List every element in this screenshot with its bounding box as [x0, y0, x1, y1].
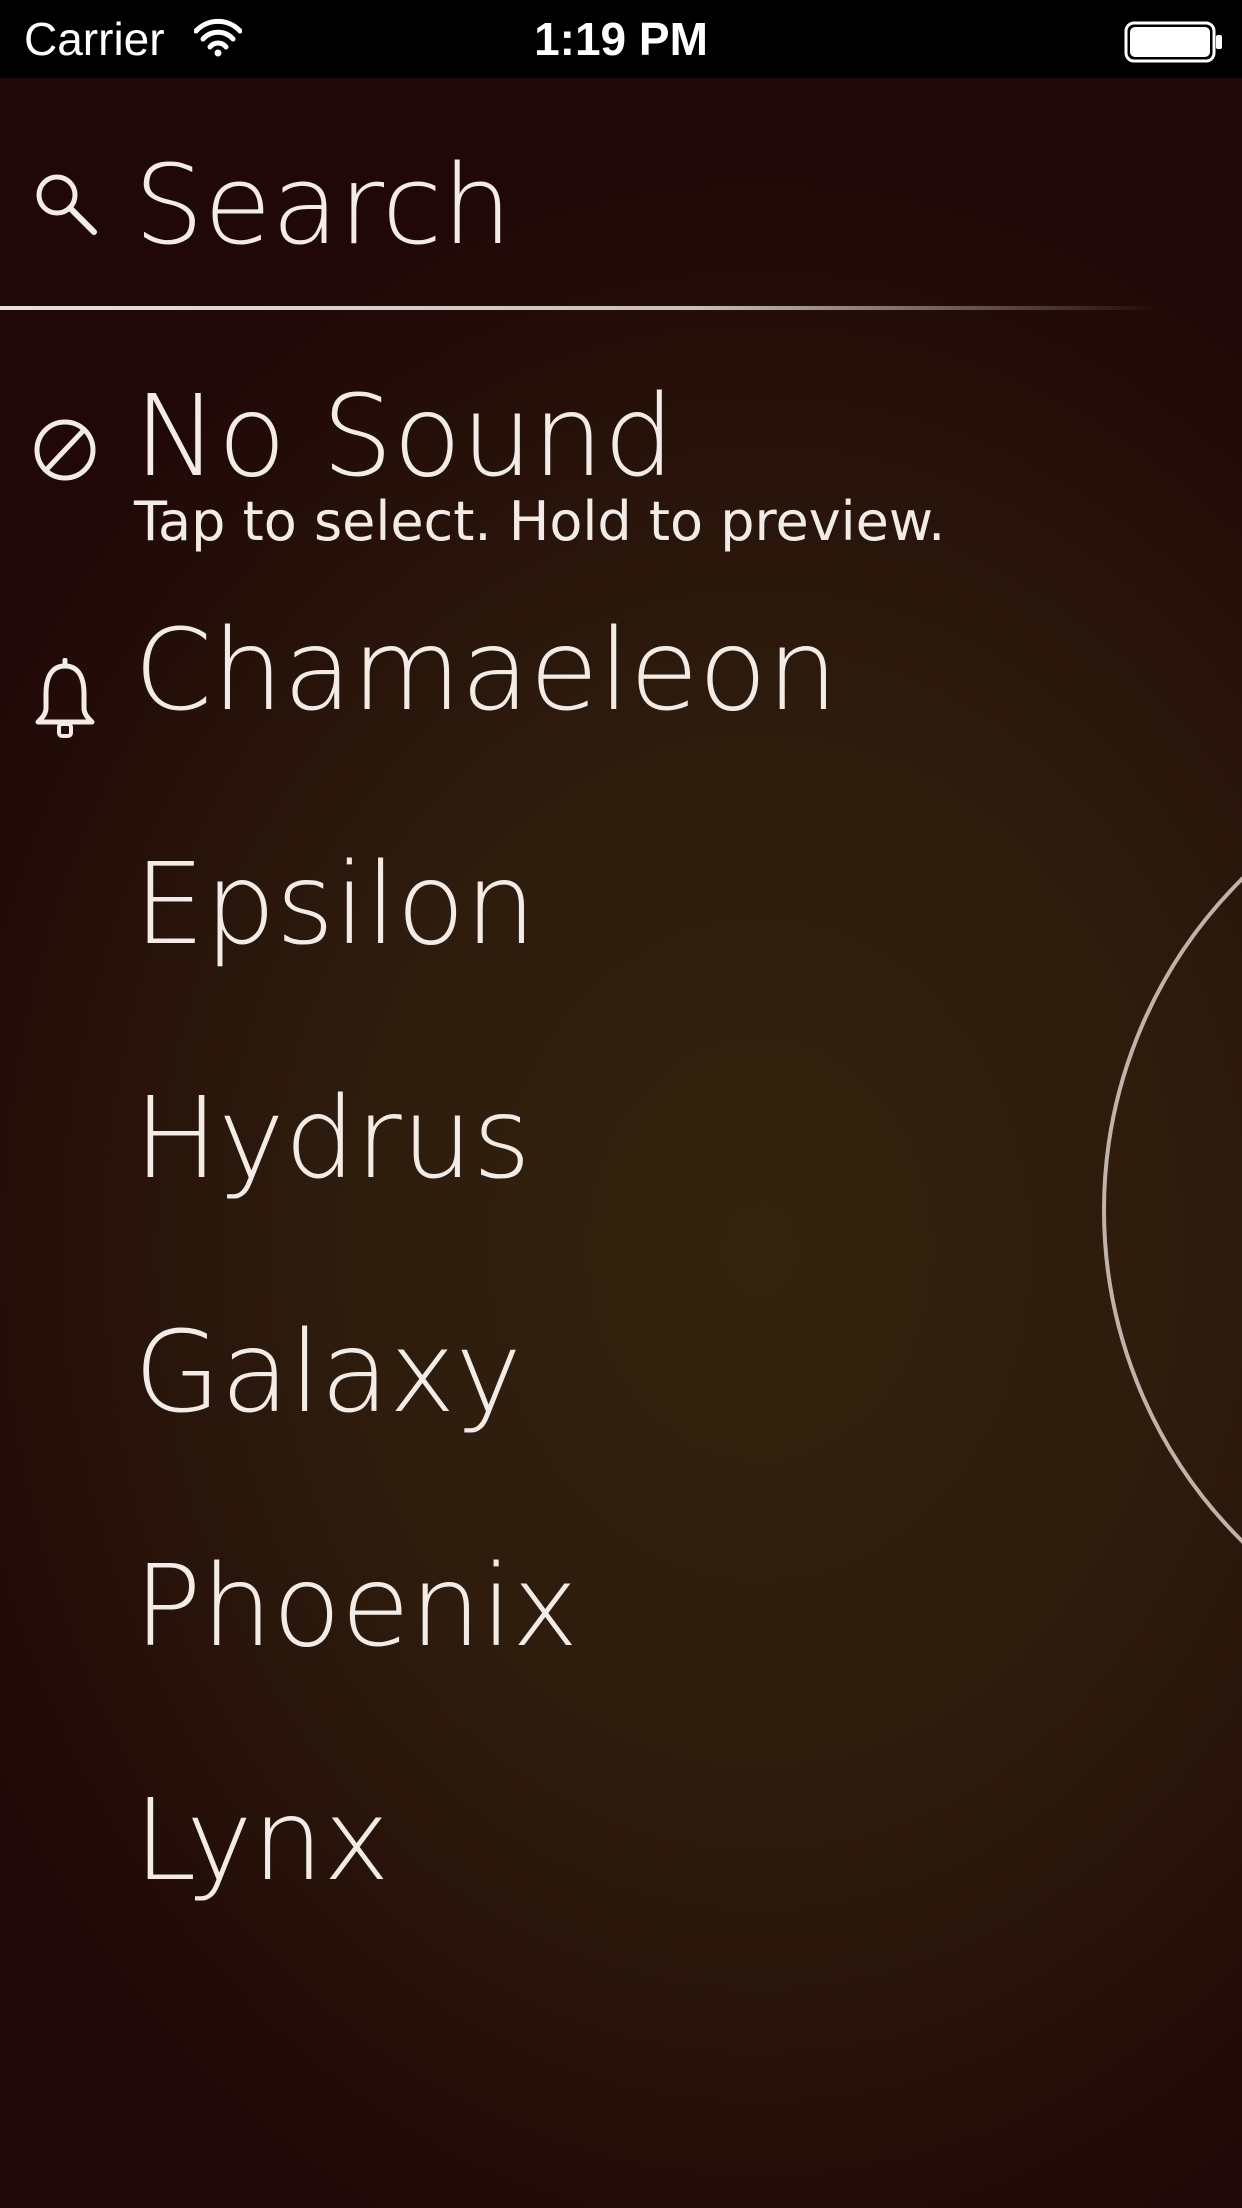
no-sound-icon [34, 419, 96, 481]
sound-item-phoenix[interactable]: Phoenix [0, 1542, 1000, 1742]
sound-item-no-sound[interactable]: No Sound Tap to select. Hold to preview. [0, 372, 1000, 572]
scroll-dial[interactable] [1050, 770, 1242, 1650]
search-icon [36, 174, 97, 235]
sound-item-chamaeleon[interactable]: Chamaeleon [0, 606, 1000, 806]
search-divider [0, 306, 1160, 310]
sound-item-label: Hydrus [134, 1074, 531, 1204]
search-input[interactable] [134, 140, 1134, 270]
sound-item-label: Chamaeleon [134, 606, 838, 736]
bell-icon [35, 658, 95, 738]
sound-item-label: Galaxy [134, 1308, 522, 1438]
sound-item-epsilon[interactable]: Epsilon [0, 840, 1000, 1040]
sound-item-label: No Sound [134, 372, 675, 502]
select-hint: Tap to select. Hold to preview. [134, 490, 946, 553]
sound-item-label: Phoenix [134, 1542, 579, 1672]
sound-item-label: Lynx [134, 1776, 390, 1906]
sound-item-hydrus[interactable]: Hydrus [0, 1074, 1000, 1274]
sound-picker-screen: Carrier 1:19 PM No Sound Tap to select. … [0, 0, 1242, 2208]
sound-item-galaxy[interactable]: Galaxy [0, 1308, 1000, 1508]
status-time: 1:19 PM [534, 13, 708, 65]
search-bar[interactable] [0, 140, 1180, 270]
sound-item-label: Epsilon [134, 840, 536, 970]
battery-icon [1124, 21, 1222, 63]
sound-item-lynx[interactable]: Lynx [0, 1776, 1000, 1976]
status-bar: Carrier 1:19 PM [0, 0, 1242, 78]
